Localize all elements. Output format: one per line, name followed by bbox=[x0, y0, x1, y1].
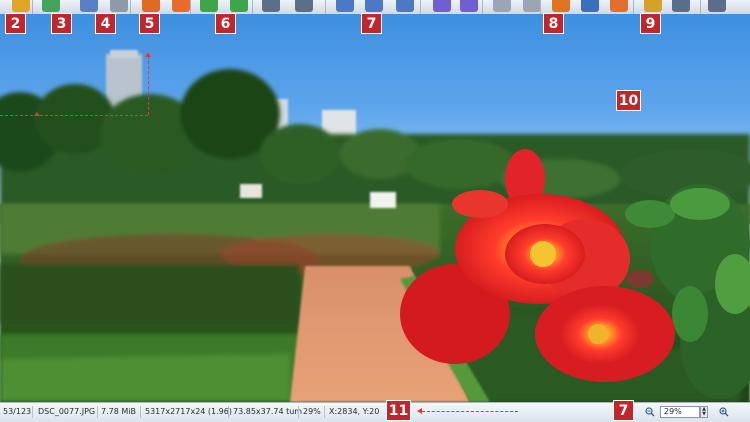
scanner-icon[interactable] bbox=[708, 0, 726, 12]
guide-arrow-left-icon bbox=[417, 408, 422, 414]
callout-3: 3 bbox=[51, 13, 72, 34]
image-viewport[interactable] bbox=[0, 14, 750, 402]
callout-6: 6 bbox=[215, 13, 236, 34]
zoom-actual-icon[interactable] bbox=[365, 0, 383, 12]
displayed-photo bbox=[0, 50, 750, 402]
guide-line-vertical bbox=[148, 56, 149, 115]
guide-line-status bbox=[422, 411, 518, 412]
undo-icon[interactable] bbox=[80, 0, 98, 12]
slideshow-icon[interactable] bbox=[42, 0, 60, 12]
previous-icon[interactable] bbox=[433, 0, 451, 12]
callout-7-bottom: 7 bbox=[613, 400, 634, 421]
file-size: 7.78 MiB bbox=[101, 407, 136, 416]
print-size: 73.85x37.74 tum bbox=[233, 407, 303, 416]
effects-icon[interactable] bbox=[172, 0, 190, 12]
toolbar-separator bbox=[190, 0, 191, 14]
redo-icon[interactable] bbox=[110, 0, 128, 12]
zoom-input[interactable]: 29% bbox=[660, 406, 700, 418]
callout-7-top: 7 bbox=[361, 13, 382, 34]
toolbar-separator bbox=[130, 0, 131, 14]
print-icon[interactable] bbox=[672, 0, 690, 12]
spin-down-icon[interactable]: ▼ bbox=[701, 412, 707, 417]
toolbar-separator bbox=[32, 0, 33, 14]
guide-marker-icon bbox=[34, 112, 40, 116]
zoom-spinner[interactable]: ▲ ▼ bbox=[700, 406, 708, 418]
status-bar: 53/123 DSC_0077.JPG 7.78 MiB 5317x2717x2… bbox=[0, 402, 750, 421]
toolbar-separator bbox=[325, 0, 326, 14]
next-icon[interactable] bbox=[460, 0, 478, 12]
zoom-out-small-icon[interactable] bbox=[645, 407, 655, 417]
callout-10: 10 bbox=[616, 90, 641, 111]
callout-11: 11 bbox=[386, 400, 411, 421]
callout-8: 8 bbox=[543, 13, 564, 34]
zoom-in-icon[interactable] bbox=[336, 0, 354, 12]
guide-arrow-up-icon bbox=[145, 52, 151, 57]
rotate-left-icon[interactable] bbox=[200, 0, 218, 12]
file-index: 53/123 bbox=[3, 407, 32, 416]
toolbar-separator bbox=[482, 0, 483, 14]
first-file-icon[interactable] bbox=[493, 0, 511, 12]
image-dimensions: 5317x2717x24 (1.96) bbox=[145, 407, 232, 416]
main-toolbar bbox=[0, 0, 750, 14]
callout-4: 4 bbox=[95, 13, 116, 34]
toolbar-separator bbox=[633, 0, 634, 14]
open-file-icon[interactable] bbox=[12, 0, 30, 12]
toolbar-separator bbox=[420, 0, 421, 14]
rotate-right-icon[interactable] bbox=[230, 0, 248, 12]
crop-icon[interactable] bbox=[142, 0, 160, 12]
zoom-out-icon[interactable] bbox=[396, 0, 414, 12]
last-file-icon[interactable] bbox=[523, 0, 541, 12]
callout-5: 5 bbox=[139, 13, 160, 34]
guide-line-horizontal bbox=[0, 115, 148, 116]
cursor-position: X:2834, Y:20 bbox=[329, 407, 380, 416]
toolbar-separator bbox=[700, 0, 701, 14]
paint-icon[interactable] bbox=[644, 0, 662, 12]
info-icon[interactable] bbox=[581, 0, 599, 12]
image-properties-icon[interactable] bbox=[552, 0, 570, 12]
zoom-readout: 29% bbox=[303, 407, 321, 416]
toolbar-separator bbox=[540, 0, 541, 14]
callout-9: 9 bbox=[640, 13, 661, 34]
print-preview-icon[interactable] bbox=[610, 0, 628, 12]
toolbar-separator bbox=[252, 0, 253, 14]
zoom-in-small-icon[interactable] bbox=[719, 407, 729, 417]
fit-window-icon[interactable] bbox=[262, 0, 280, 12]
file-name: DSC_0077.JPG bbox=[38, 407, 96, 416]
callout-2: 2 bbox=[5, 13, 26, 34]
full-screen-icon[interactable] bbox=[295, 0, 313, 12]
